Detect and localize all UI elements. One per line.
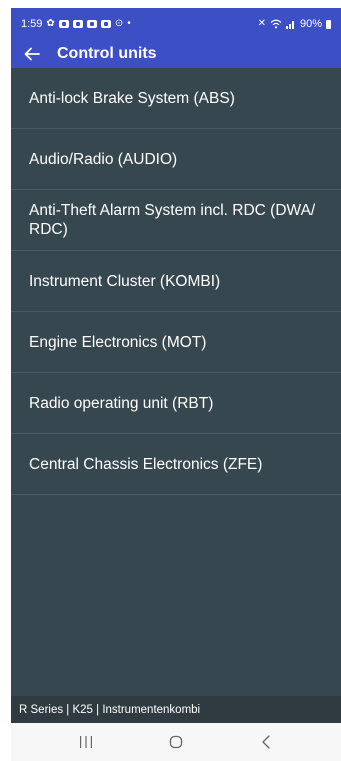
- wifi-icon: [270, 19, 282, 29]
- sync-icon: ⊙: [114, 18, 124, 29]
- status-bar-left: 1:59 ✿ ⊙ •: [21, 18, 131, 30]
- list-item-kombi[interactable]: Instrument Cluster (KOMBI): [11, 251, 341, 312]
- vehicle-info-footer: R Series | K25 | Instrumentenkombi: [11, 696, 341, 723]
- arrow-left-icon: [24, 47, 40, 61]
- list-item-label: Audio/Radio (AUDIO): [29, 150, 178, 168]
- list-item-label: Anti-Theft Alarm System incl. RDC (DWA/ …: [29, 202, 316, 238]
- status-bar: 1:59 ✿ ⊙ • ✕ 90%: [11, 8, 341, 40]
- dot-icon: •: [127, 18, 131, 29]
- list-item-label: Anti-lock Brake System (ABS): [29, 89, 235, 107]
- recent-apps-icon: [80, 736, 92, 748]
- footer-text: R Series | K25 | Instrumentenkombi: [19, 703, 201, 716]
- list-item-label: Engine Electronics (MOT): [29, 333, 207, 351]
- status-bar-right: ✕ 90%: [258, 18, 331, 30]
- battery-icon: [326, 19, 331, 29]
- list-item-rbt[interactable]: Radio operating unit (RBT): [11, 373, 341, 434]
- app-window: 1:59 ✿ ⊙ • ✕ 90% Control units Anti-lock…: [11, 8, 341, 761]
- app-bar: Control units: [11, 40, 341, 68]
- notification-icon: [100, 20, 111, 28]
- list-item-abs[interactable]: Anti-lock Brake System (ABS): [11, 68, 341, 129]
- notification-icon: [72, 20, 83, 28]
- page-title: Control units: [57, 45, 157, 62]
- list-item-label: Central Chassis Electronics (ZFE): [29, 455, 263, 473]
- list-item-label: Radio operating unit (RBT): [29, 394, 214, 412]
- gear-icon: ✿: [46, 18, 55, 29]
- list-item-dwa-rdc[interactable]: Anti-Theft Alarm System incl. RDC (DWA/ …: [11, 190, 341, 251]
- system-back-button[interactable]: [246, 727, 286, 757]
- list-item-mot[interactable]: Engine Electronics (MOT): [11, 312, 341, 373]
- list-item-audio[interactable]: Audio/Radio (AUDIO): [11, 129, 341, 190]
- mute-icon: ✕: [257, 18, 266, 29]
- notification-icon: [58, 20, 69, 28]
- status-time: 1:59: [21, 18, 43, 30]
- control-units-list: Anti-lock Brake System (ABS) Audio/Radio…: [11, 68, 341, 696]
- list-item-zfe[interactable]: Central Chassis Electronics (ZFE): [11, 434, 341, 495]
- list-item-label: Instrument Cluster (KOMBI): [29, 272, 221, 290]
- recent-apps-button[interactable]: [66, 727, 106, 757]
- system-nav-bar: [11, 723, 341, 761]
- back-button[interactable]: [21, 43, 43, 65]
- battery-percent: 90%: [299, 18, 322, 30]
- notification-icon: [86, 20, 97, 28]
- back-icon: [262, 735, 270, 749]
- home-icon: [169, 735, 183, 749]
- home-button[interactable]: [156, 727, 196, 757]
- signal-icon: [285, 21, 294, 29]
